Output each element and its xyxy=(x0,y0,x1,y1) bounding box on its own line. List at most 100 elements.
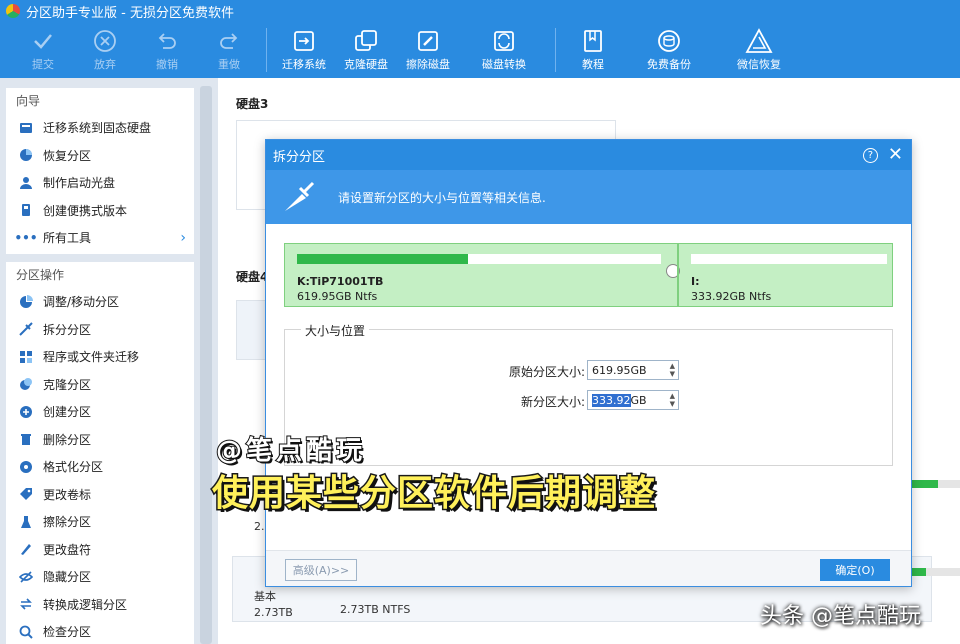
left-partition-name: K:TiP71001TB xyxy=(297,275,384,288)
sidebar-item-check[interactable]: 检查分区 xyxy=(6,618,194,644)
sidebar-item-all-tools[interactable]: ••• 所有工具 › xyxy=(6,224,194,252)
hide-icon xyxy=(18,569,34,585)
toolbar: 提交 放弃 撤销 重做 迁移系统 克隆硬盘 擦除磁盘 磁盘转换 教程 免费备份 … xyxy=(0,22,960,78)
partition-bar: K:TiP71001TB 619.95GB Ntfs I: 333.92GB N… xyxy=(284,243,893,307)
left-partition[interactable]: K:TiP71001TB 619.95GB Ntfs xyxy=(285,244,673,306)
sidebar-item-delete[interactable]: 删除分区 xyxy=(6,426,194,454)
cancel-circle-icon xyxy=(90,26,120,56)
row-b-type: 基本 xyxy=(254,590,276,603)
sidebar-item-split[interactable]: 拆分分区 xyxy=(6,316,194,344)
commit-button[interactable]: 提交 xyxy=(12,22,74,78)
sidebar-item-app-move[interactable]: 程序或文件夹迁移 xyxy=(6,343,194,371)
book-icon xyxy=(578,26,608,56)
sidebar-scrollbar[interactable] xyxy=(200,86,212,644)
advanced-button[interactable]: 高级(A)>> xyxy=(285,559,357,581)
left-usage-bar xyxy=(297,254,661,264)
right-usage-bar xyxy=(912,480,960,488)
sidebar-item-hide[interactable]: 隐藏分区 xyxy=(6,563,194,591)
left-partition-size: 619.95GB Ntfs xyxy=(297,290,378,303)
new-size-selected: 333.92 xyxy=(592,393,631,407)
new-size-label: 新分区大小: xyxy=(520,395,585,409)
sidebar-item-create[interactable]: 创建分区 xyxy=(6,398,194,426)
sidebar-item-change-letter[interactable]: 更改盘符 xyxy=(6,536,194,564)
overlay-caption: 使用某些分区软件后期调整 xyxy=(210,472,657,516)
right-partition-name: I: xyxy=(691,275,700,288)
delete-icon xyxy=(18,431,34,447)
discard-button[interactable]: 放弃 xyxy=(74,22,136,78)
restore-icon xyxy=(18,147,34,163)
migrate-os-button[interactable]: 迁移系统 xyxy=(273,22,335,78)
undo-icon xyxy=(152,26,182,56)
portable-icon xyxy=(18,202,34,218)
sidebar-item-wipe[interactable]: 擦除分区 xyxy=(6,508,194,536)
row-b-size: 2.73TB xyxy=(254,606,293,619)
clone-disk-button[interactable]: 克隆硬盘 xyxy=(335,22,397,78)
wipe-disk-button[interactable]: 擦除磁盘 xyxy=(397,22,459,78)
right-partition-size: 333.92GB Ntfs xyxy=(691,290,772,303)
sidebar-item-migrate-ssd[interactable]: 迁移系统到固态硬盘 xyxy=(6,114,194,142)
ops-title: 分区操作 xyxy=(16,268,65,282)
toolbar-separator xyxy=(555,28,556,72)
row-b-filesystem: 2.73TB NTFS xyxy=(340,603,411,616)
tutorial-button[interactable]: 教程 xyxy=(562,22,624,78)
dialog-banner-text: 请设置新分区的大小与位置等相关信息. xyxy=(338,190,546,205)
sidebar: 向导 迁移系统到固态硬盘 恢复分区 制作启动光盘 创建便携式版本 ••• 所有工… xyxy=(0,78,218,644)
disk3-label: 硬盘3 xyxy=(236,97,269,111)
sidebar-item-change-label[interactable]: 更改卷标 xyxy=(6,481,194,509)
stepper-arrows-icon[interactable]: ▲ ▼ xyxy=(670,362,675,378)
sidebar-item-portable[interactable]: 创建便携式版本 xyxy=(6,197,194,225)
wizard-title: 向导 xyxy=(16,94,41,108)
new-size-stepper[interactable]: 333.92 GB ▲ ▼ xyxy=(587,390,679,410)
sidebar-item-format[interactable]: 格式化分区 xyxy=(6,453,194,481)
redo-icon xyxy=(214,26,244,56)
check-icon xyxy=(28,26,58,56)
split-icon xyxy=(18,321,34,337)
split-partition-dialog: 拆分分区 ? ✕ 请设置新分区的大小与位置等相关信息. K:TiP71001TB… xyxy=(265,139,912,587)
group-title: 大小与位置 xyxy=(301,322,370,339)
wipe-disk-icon xyxy=(413,26,443,56)
help-icon[interactable]: ? xyxy=(862,147,878,163)
sidebar-item-boot-disc[interactable]: 制作启动光盘 xyxy=(6,169,194,197)
migrate-disk-icon xyxy=(289,26,319,56)
app-logo-icon xyxy=(6,4,20,18)
disk-convert-button[interactable]: 磁盘转换 xyxy=(459,22,549,78)
disk4-label: 硬盘4 xyxy=(236,270,269,284)
right-partition[interactable]: I: 333.92GB Ntfs xyxy=(677,244,892,306)
sidebar-item-restore-partition[interactable]: 恢复分区 xyxy=(6,142,194,170)
toolbar-separator xyxy=(266,28,267,72)
clone-disk-icon xyxy=(351,26,381,56)
migrate-icon xyxy=(18,120,34,136)
create-icon xyxy=(18,404,34,420)
sidebar-item-convert-logical[interactable]: 转换成逻辑分区 xyxy=(6,591,194,619)
label-icon xyxy=(18,486,34,502)
resize-icon xyxy=(18,294,34,310)
size-position-group: 大小与位置 原始分区大小: 619.95GB ▲ ▼ 新分区大小: 333.92 G… xyxy=(284,322,893,466)
orig-size-stepper[interactable]: 619.95GB ▲ ▼ xyxy=(587,360,679,380)
dialog-footer: 高级(A)>> 确定(O) xyxy=(266,550,911,586)
free-backup-button[interactable]: 免费备份 xyxy=(624,22,714,78)
wizard-panel: 向导 迁移系统到固态硬盘 恢复分区 制作启动光盘 创建便携式版本 ••• 所有工… xyxy=(6,88,194,254)
chevron-right-icon: › xyxy=(180,229,186,246)
stepper-arrows-icon[interactable]: ▲ ▼ xyxy=(670,392,675,408)
convert-icon xyxy=(18,596,34,612)
undo-button[interactable]: 撤销 xyxy=(136,22,198,78)
backup-icon xyxy=(654,26,684,56)
sidebar-item-clone[interactable]: 克隆分区 xyxy=(6,371,194,399)
orig-size-label: 原始分区大小: xyxy=(508,365,585,379)
format-icon xyxy=(18,459,34,475)
window-title: 分区助手专业版 - 无损分区免费软件 xyxy=(26,5,234,21)
ok-button[interactable]: 确定(O) xyxy=(820,559,890,581)
check-partition-icon xyxy=(18,624,34,640)
dialog-title-bar: 拆分分区 ? ✕ xyxy=(266,140,911,170)
orig-size-value: 619.95GB xyxy=(592,363,647,377)
right-usage-bar-2 xyxy=(912,568,960,576)
corner-watermark: 头条 @笔点酷玩 xyxy=(760,604,921,629)
overlay-handle: @笔点酷玩 xyxy=(215,435,367,467)
sidebar-item-resize[interactable]: 调整/移动分区 xyxy=(6,288,194,316)
close-icon[interactable]: ✕ xyxy=(888,146,903,164)
clone-icon xyxy=(18,376,34,392)
wechat-restore-button[interactable]: 微信恢复 xyxy=(714,22,804,78)
split-knife-icon xyxy=(285,181,315,211)
redo-button[interactable]: 重做 xyxy=(198,22,260,78)
letter-icon xyxy=(18,541,34,557)
